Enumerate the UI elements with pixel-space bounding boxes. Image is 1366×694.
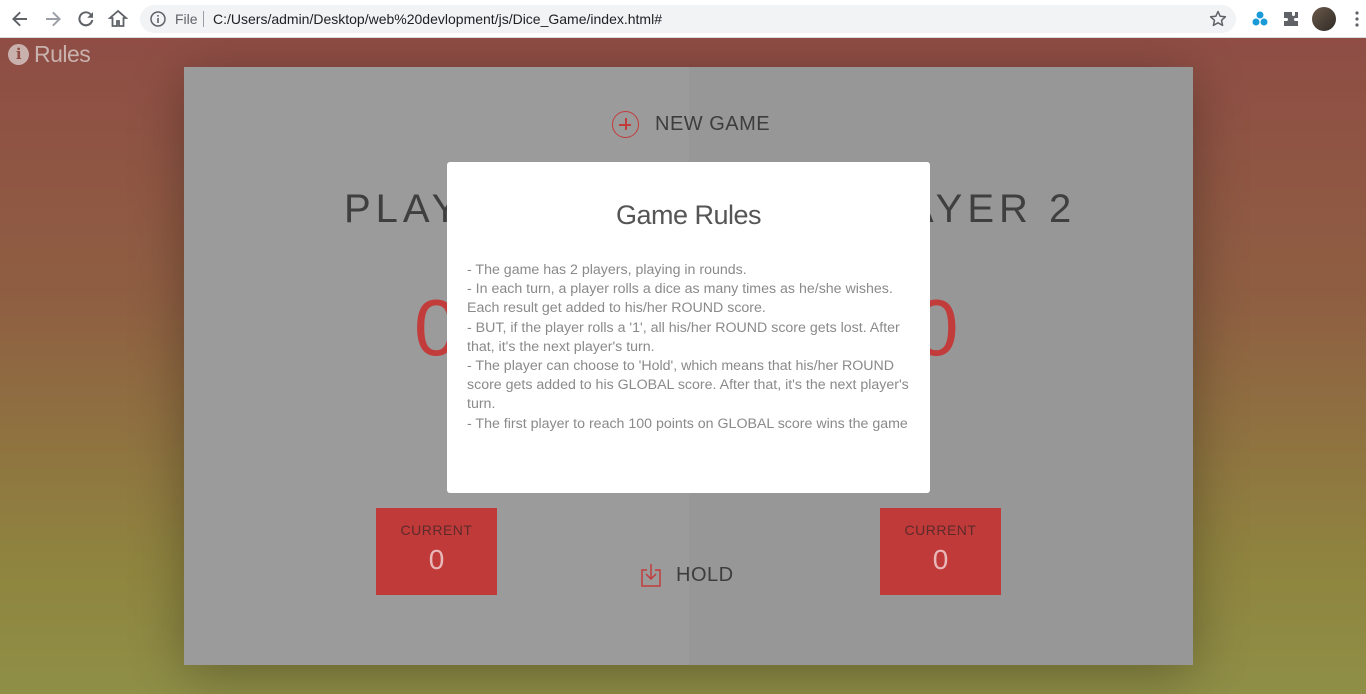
info-icon: i [8, 43, 29, 65]
separator [203, 11, 204, 27]
modal-title: Game Rules [615, 200, 762, 230]
current-label: CURRENT [904, 522, 977, 538]
rules-modal: Game Rules - The game has 2 players, pla… [447, 162, 930, 493]
hold-label: HOLD [676, 563, 734, 586]
player-1-current-box: CURRENT 0 [376, 508, 497, 595]
rule-item: - The game has 2 players, playing in rou… [467, 262, 747, 278]
player-2-current-box: CURRENT 0 [880, 508, 1001, 595]
info-icon[interactable] [150, 11, 166, 27]
hold-button[interactable]: HOLD [640, 563, 734, 587]
current-score: 0 [428, 544, 445, 575]
rule-item: - The first player to reach 100 points o… [467, 415, 908, 432]
current-label: CURRENT [400, 522, 473, 538]
rules-list: - The game has 2 players, playing in rou… [467, 261, 912, 434]
url-text[interactable]: C:/Users/admin/Desktop/web%20devlopment/… [213, 11, 662, 27]
rules-link[interactable]: i Rules [8, 40, 91, 68]
browser-toolbar: File C:/Users/admin/Desktop/web%20devlop… [0, 0, 1366, 38]
forward-arrow-icon[interactable] [41, 7, 65, 31]
extension-icon[interactable] [1249, 8, 1271, 30]
rules-label: Rules [34, 40, 91, 67]
add-circle-icon [612, 111, 639, 138]
reload-icon[interactable] [74, 7, 98, 31]
menu-icon[interactable] [1346, 8, 1366, 30]
download-icon [641, 564, 661, 587]
new-game-label: NEW GAME [655, 113, 771, 135]
star-icon[interactable] [1208, 9, 1228, 29]
address-bar[interactable]: File C:/Users/admin/Desktop/web%20devlop… [140, 5, 1236, 33]
current-score: 0 [932, 544, 949, 575]
home-icon[interactable] [106, 7, 130, 31]
rule-item: - The player can choose to 'Hold', which… [467, 358, 909, 413]
rule-item: - BUT, if the player rolls a '1', all hi… [467, 319, 900, 355]
back-arrow-icon[interactable] [8, 7, 32, 31]
rule-item: - In each turn, a player rolls a dice as… [467, 281, 893, 317]
avatar[interactable] [1312, 7, 1336, 31]
new-game-button[interactable]: NEW GAME [612, 111, 770, 138]
file-label: File [175, 11, 198, 27]
puzzle-icon[interactable] [1280, 8, 1302, 30]
